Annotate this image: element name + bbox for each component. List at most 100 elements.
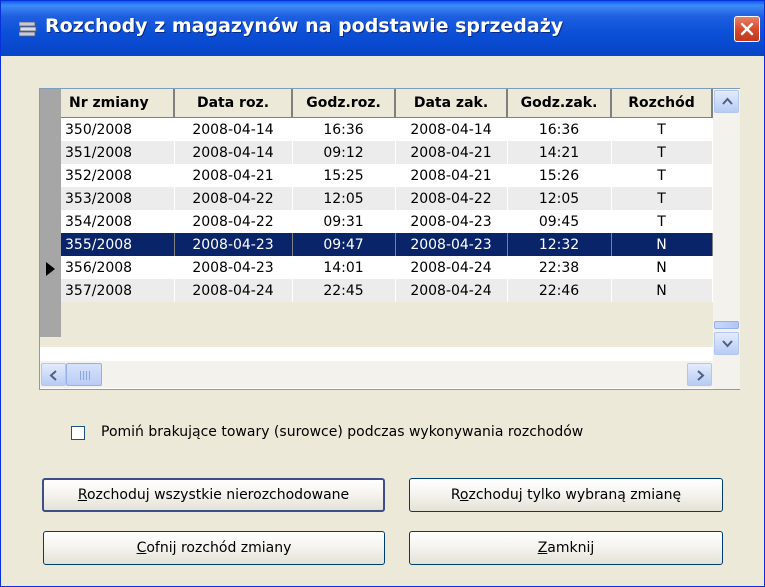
table-cell: 356/2008 [61,256,175,279]
table-cell: 2008-04-22 [174,210,293,233]
table-cell: 350/2008 [61,117,175,141]
table-cell: 2008-04-22 [395,187,508,210]
skip-missing-checkbox[interactable] [71,426,85,440]
undo-shift-mnemonic: C [136,540,147,556]
table-cell: 15:26 [507,164,612,187]
table-cell: T [611,164,713,187]
table-row[interactable]: 357/2008 2008-04-24 22:45 2008-04-24 22:46 N [61,279,713,302]
table-cell: 12:05 [507,187,612,210]
row-indicator-column [40,89,61,337]
process-all-pending-label: ozchoduj wszystkie nierozchodowane [86,487,350,503]
dialog-window: Rozchody z magazynów na podstawie sprzed… [0,0,765,587]
table-row[interactable]: 354/2008 2008-04-22 09:31 2008-04-23 09:45 T [61,210,713,233]
column-header[interactable]: Data zak. [395,89,508,118]
table-cell: 09:47 [292,233,396,256]
close-mnemonic: Z [537,540,548,556]
table-cell: 2008-04-24 [395,279,508,302]
undo-shift-label: ofnij rozchód zmiany [146,540,292,556]
shifts-table[interactable]: Nr zmiany Data roz. Godz.roz. Data zak. Godz… [61,89,713,302]
table-cell: N [611,256,713,279]
scroll-down-button[interactable] [714,332,739,355]
chevron-down-icon [722,340,733,348]
table-cell: 22:46 [507,279,612,302]
table-cell: 2008-04-22 [174,187,293,210]
title-bar[interactable]: Rozchody z magazynów na podstawie sprzed… [1,1,764,56]
table-cell: 2008-04-23 [395,210,508,233]
column-header[interactable]: Godz.zak. [507,89,612,118]
table-cell: 14:01 [292,256,396,279]
table-cell: 2008-04-23 [174,233,293,256]
table-cell: 2008-04-14 [395,117,508,141]
vertical-scroll-thumb[interactable] [714,321,739,329]
close-label: amknij [547,540,595,556]
table-row[interactable]: 355/2008 2008-04-23 09:47 2008-04-23 12:32 N [61,233,713,256]
table-cell: 357/2008 [61,279,175,302]
process-all-pending-button[interactable]: Rozchoduj wszystkie nierozchodowane [42,478,385,512]
table-cell: 16:36 [292,117,396,141]
table-cell: 2008-04-21 [395,141,508,164]
horizontal-scrollbar[interactable] [40,361,713,388]
vertical-scrollbar[interactable] [713,89,740,389]
chevron-right-icon [697,370,705,381]
column-header[interactable]: Nr zmiany [61,89,175,118]
chevron-up-icon [722,97,733,105]
table-cell: 22:38 [507,256,612,279]
shifts-grid[interactable]: Nr zmiany Data roz. Godz.roz. Data zak. Godz… [39,88,740,390]
process-selected-prefix: R [450,487,460,503]
column-header[interactable]: Godz.roz. [292,89,396,118]
table-cell: 355/2008 [61,233,175,256]
table-cell: 2008-04-24 [174,279,293,302]
scroll-up-button[interactable] [714,90,739,113]
table-cell: T [611,117,713,141]
table-cell: 353/2008 [61,187,175,210]
table-cell: 2008-04-23 [395,233,508,256]
scroll-right-button[interactable] [687,363,712,386]
table-row[interactable]: 351/2008 2008-04-14 09:12 2008-04-21 14:21 T [61,141,713,164]
table-cell: T [611,141,713,164]
table-cell: 2008-04-14 [174,141,293,164]
table-row[interactable]: 356/2008 2008-04-23 14:01 2008-04-24 22:38 N [61,256,713,279]
table-cell: T [611,210,713,233]
process-selected-mnemonic: o [459,487,469,503]
table-header-row: Nr zmiany Data roz. Godz.roz. Data zak. Godz… [61,89,713,118]
table-cell: 352/2008 [61,164,175,187]
table-row[interactable]: 353/2008 2008-04-22 12:05 2008-04-22 12:05 T [61,187,713,210]
table-cell: 2008-04-21 [395,164,508,187]
table-cell: 09:45 [507,210,612,233]
table-cell: 14:21 [507,141,612,164]
table-cell: 12:05 [292,187,396,210]
table-cell: 12:32 [507,233,612,256]
grid-content: Nr zmiany Data roz. Godz.roz. Data zak. Godz… [40,89,713,347]
table-cell: 351/2008 [61,141,175,164]
table-row[interactable]: 350/2008 2008-04-14 16:36 2008-04-14 16:36 T [61,117,713,141]
scroll-left-button[interactable] [41,363,66,386]
chevron-left-icon [49,370,57,381]
column-header[interactable]: Rozchód [611,89,713,118]
table-cell: 2008-04-24 [395,256,508,279]
table-cell: 22:45 [292,279,396,302]
table-cell: 16:36 [507,117,612,141]
table-cell: N [611,279,713,302]
process-selected-button[interactable]: Rozchoduj tylko wybraną zmianę [409,478,723,512]
undo-shift-button[interactable]: Cofnij rozchód zmiany [43,531,385,565]
column-header[interactable]: Data roz. [174,89,293,118]
table-cell: 2008-04-21 [174,164,293,187]
table-cell: 09:31 [292,210,396,233]
table-cell: 09:12 [292,141,396,164]
process-all-pending-mnemonic: R [77,487,87,503]
table-cell: 2008-04-23 [174,256,293,279]
table-cell: 2008-04-14 [174,117,293,141]
table-cell: T [611,187,713,210]
window-title: Rozchody z magazynów na podstawie sprzed… [45,15,564,37]
close-icon[interactable] [734,16,760,42]
table-cell: 354/2008 [61,210,175,233]
skip-missing-label: Pomiń brakujące towary (surowce) podczas… [101,424,584,440]
table-row[interactable]: 352/2008 2008-04-21 15:25 2008-04-21 15:26 T [61,164,713,187]
table-cell: 15:25 [292,164,396,187]
current-row-arrow-icon [46,262,55,276]
close-button[interactable]: Zamknij [409,531,723,565]
app-icon [19,21,37,37]
process-selected-label: zchoduj tylko wybraną zmianę [468,487,682,503]
horizontal-scroll-thumb[interactable] [66,363,102,386]
table-cell: N [611,233,713,256]
